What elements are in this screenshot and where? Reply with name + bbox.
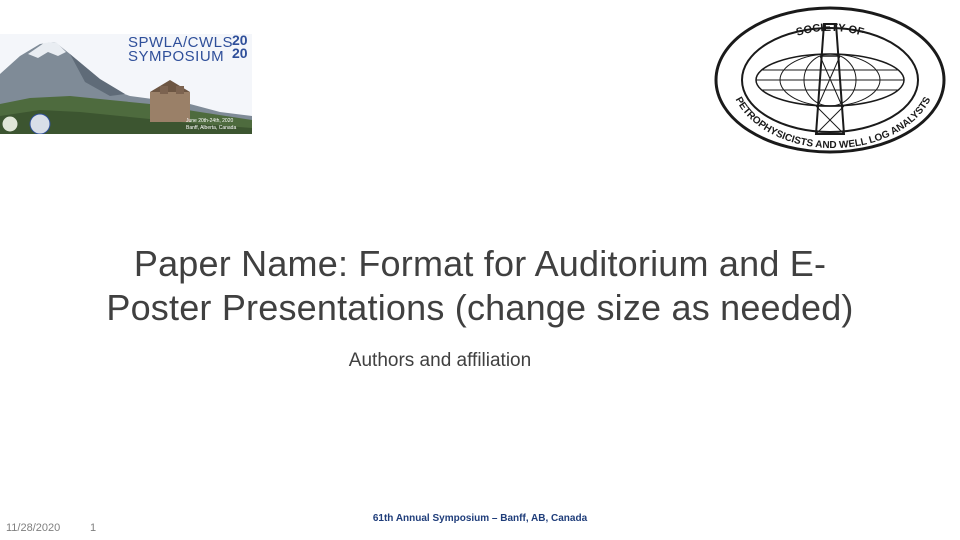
footer-slide-number: 1 bbox=[90, 522, 97, 534]
banner-year: 20 20 bbox=[232, 34, 250, 60]
banner-place-text: Banff, Alberta, Canada bbox=[186, 125, 236, 131]
banner-date-text: June 20th-24th, 2020 bbox=[186, 118, 233, 124]
banner-year-bottom: 20 bbox=[232, 45, 248, 61]
slide: June 20th-24th, 2020 Banff, Alberta, Can… bbox=[0, 0, 960, 540]
footer-date: 11/28/2020 bbox=[6, 522, 61, 534]
footer-center-text: 61th Annual Symposium – Banff, AB, Canad… bbox=[372, 513, 588, 524]
slide-subtitle: Authors and affiliation bbox=[348, 350, 532, 371]
banner-title-line2: SYMPOSIUM bbox=[128, 48, 225, 65]
slide-title-line1: Paper Name: Format for Auditorium and E- bbox=[133, 243, 827, 284]
slide-title-line2: Poster Presentations (change size as nee… bbox=[106, 287, 854, 328]
society-seal-logo: SOCIETY OF PETROPHYSICISTS AND WELL LOG … bbox=[712, 6, 948, 156]
symposium-banner-logo: June 20th-24th, 2020 Banff, Alberta, Can… bbox=[0, 34, 252, 134]
slide-title: Paper Name: Format for Auditorium and E-… bbox=[60, 242, 900, 330]
